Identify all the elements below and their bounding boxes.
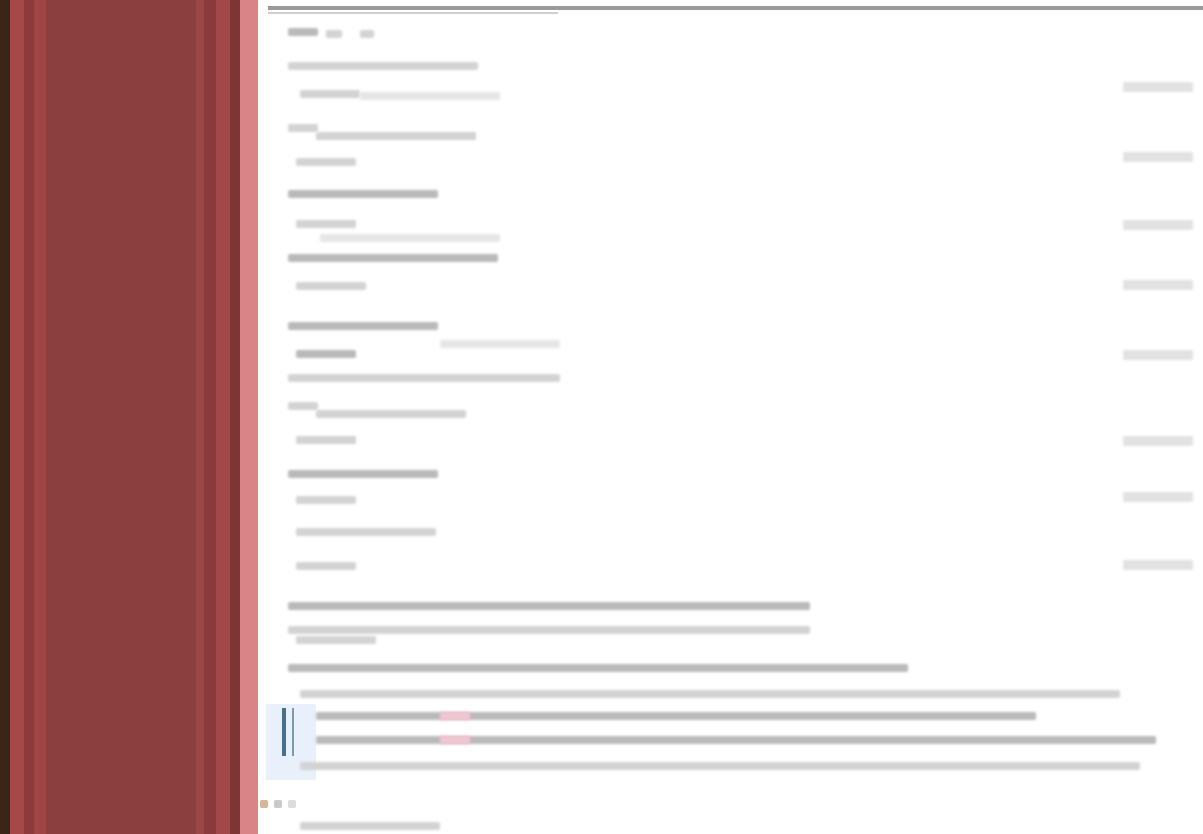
text-line — [288, 664, 908, 672]
text-line — [288, 626, 810, 634]
text-line — [300, 90, 360, 98]
left-background-strip — [0, 0, 258, 834]
text-line — [288, 602, 810, 610]
panel-item[interactable] — [1123, 82, 1193, 92]
status-icon[interactable] — [260, 800, 268, 808]
text-line — [288, 62, 478, 70]
strip-band — [46, 0, 196, 834]
panel-item[interactable] — [1123, 220, 1193, 230]
text-line — [440, 340, 560, 348]
text-line — [296, 636, 376, 644]
panel-item[interactable] — [1123, 350, 1193, 360]
toolbar-chip[interactable] — [326, 30, 342, 38]
highlight-token — [440, 736, 470, 744]
panel-item[interactable] — [1123, 560, 1193, 570]
text-line — [316, 410, 466, 418]
strip-band-edge — [240, 0, 258, 834]
panel-item[interactable] — [1123, 492, 1193, 502]
text-line — [296, 436, 356, 444]
text-line — [296, 528, 436, 536]
strip-band — [10, 0, 24, 834]
text-line — [300, 690, 1120, 698]
text-cursor-shadow — [292, 708, 294, 756]
text-line — [288, 322, 438, 330]
status-text — [300, 822, 440, 830]
strip-band — [204, 0, 216, 834]
text-line — [296, 220, 356, 228]
strip-band — [34, 0, 46, 834]
tab-bar-subline — [268, 12, 558, 14]
panel-item[interactable] — [1123, 436, 1193, 446]
text-line — [288, 402, 318, 410]
text-line — [296, 562, 356, 570]
bottom-toolbar — [260, 800, 296, 808]
text-line — [316, 712, 1036, 720]
strip-band — [24, 0, 34, 834]
toolbar-chip[interactable] — [360, 30, 374, 38]
text-line — [316, 132, 476, 140]
strip-band — [196, 0, 204, 834]
strip-band-dark — [0, 0, 10, 834]
text-line — [288, 470, 438, 478]
right-side-panel — [1115, 60, 1203, 620]
text-cursor — [282, 708, 286, 756]
text-line — [320, 234, 500, 242]
panel-item[interactable] — [1123, 152, 1193, 162]
text-line — [296, 282, 366, 290]
text-line — [288, 190, 438, 198]
highlight-token — [440, 712, 470, 720]
strip-band — [216, 0, 230, 834]
text-line — [360, 92, 500, 100]
strip-band — [230, 0, 240, 834]
text-line — [296, 158, 356, 166]
toolbar-chip[interactable] — [288, 28, 318, 36]
text-line — [288, 124, 318, 132]
status-icon[interactable] — [274, 800, 282, 808]
text-line — [300, 762, 1140, 770]
status-icon[interactable] — [288, 800, 296, 808]
panel-item[interactable] — [1123, 280, 1193, 290]
text-line — [288, 254, 498, 262]
text-line — [296, 350, 356, 358]
text-line — [288, 374, 560, 382]
tab-bar-line — [268, 6, 1203, 10]
text-line — [296, 496, 356, 504]
